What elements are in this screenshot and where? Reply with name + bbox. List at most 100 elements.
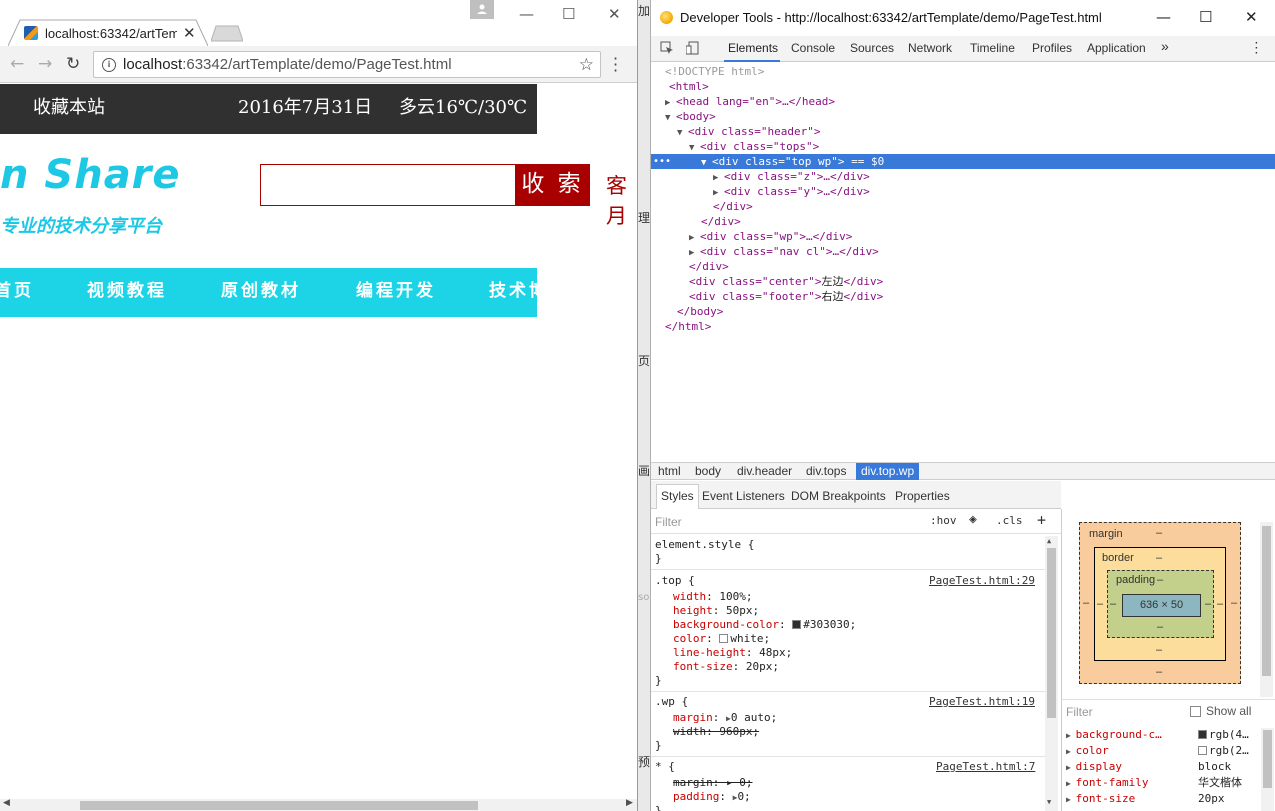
- breadcrumb-item[interactable]: body: [695, 464, 721, 478]
- styles-scrollbar[interactable]: ▲ ▼: [1045, 536, 1058, 811]
- margin-top-value[interactable]: –: [1156, 527, 1162, 539]
- border-right-value[interactable]: –: [1217, 598, 1223, 610]
- maximize-icon[interactable]: ☐: [1199, 8, 1212, 26]
- computed-row[interactable]: ▶ font-family 华文楷体: [1066, 775, 1242, 791]
- minimize-icon[interactable]: —: [1156, 8, 1171, 26]
- border-bottom-value[interactable]: –: [1156, 644, 1162, 656]
- css-declaration-overridden[interactable]: margin: ▸ 0;: [673, 776, 752, 790]
- tab-styles[interactable]: Styles: [656, 484, 699, 509]
- breadcrumb-item[interactable]: div.header: [737, 464, 792, 478]
- dom-node-selected[interactable]: ••• ▼ <div class="top wp"> == $0: [651, 154, 1275, 169]
- more-tabs-icon[interactable]: »: [1161, 38, 1169, 54]
- tab-application[interactable]: Application: [1087, 41, 1146, 55]
- css-declaration[interactable]: height: 50px;: [673, 604, 759, 618]
- show-all-checkbox[interactable]: [1190, 705, 1201, 717]
- breadcrumb-item[interactable]: div.tops: [806, 464, 846, 478]
- element-style-rule[interactable]: element.style {: [655, 538, 754, 552]
- dom-node[interactable]: </div>: [651, 199, 1275, 214]
- dom-node[interactable]: ▶ <head lang="en">…</head>: [651, 94, 1275, 109]
- css-declaration[interactable]: width: 100%;: [673, 590, 753, 604]
- breadcrumb-item-selected[interactable]: div.top.wp: [856, 463, 920, 480]
- tab-event-listeners[interactable]: Event Listeners: [702, 489, 785, 503]
- address-bar[interactable]: i localhost:63342/artTemplate/demo/PageT…: [93, 51, 601, 78]
- scroll-up-icon[interactable]: ▲: [1047, 537, 1051, 545]
- css-declaration[interactable]: padding: ▶0;: [673, 790, 751, 804]
- dom-node[interactable]: <!DOCTYPE html>: [651, 64, 1275, 79]
- border-top-value[interactable]: –: [1156, 552, 1162, 564]
- profile-button[interactable]: [470, 0, 494, 19]
- show-all-toggle[interactable]: Show all: [1190, 704, 1251, 718]
- tab-elements[interactable]: Elements: [728, 41, 778, 55]
- active-tab[interactable]: localhost:63342/artTem ✕: [24, 22, 204, 44]
- dom-node[interactable]: ▶ <div class="z">…</div>: [651, 169, 1275, 184]
- browser-menu-icon[interactable]: · · ·: [613, 51, 618, 79]
- tab-console[interactable]: Console: [791, 41, 835, 55]
- close-window-icon[interactable]: ✕: [1245, 8, 1258, 26]
- dom-node[interactable]: <html>: [651, 79, 1275, 94]
- universal-selector[interactable]: * {: [655, 760, 675, 774]
- padding-bottom-value[interactable]: –: [1157, 621, 1163, 633]
- nav-item-home[interactable]: 首页: [0, 268, 34, 314]
- scroll-left-icon[interactable]: ◀: [3, 798, 10, 808]
- dom-node[interactable]: </div>: [651, 214, 1275, 229]
- box-model-scrollbar[interactable]: [1260, 522, 1273, 697]
- minimize-icon[interactable]: —: [519, 5, 534, 23]
- computed-row[interactable]: ▶ font-size 20px: [1066, 791, 1225, 807]
- device-toolbar-icon[interactable]: [686, 41, 700, 55]
- nav-item-blog[interactable]: 技术博: [489, 268, 537, 314]
- dom-node[interactable]: </div>: [651, 259, 1275, 274]
- tab-close-icon[interactable]: ✕: [183, 24, 196, 42]
- dom-node[interactable]: <div class="footer">右边</div>: [651, 289, 1275, 304]
- nav-item-original[interactable]: 原创教材: [221, 268, 301, 314]
- new-tab-button[interactable]: [211, 25, 243, 42]
- css-declaration[interactable]: margin: ▶0 auto;: [673, 711, 777, 725]
- tab-timeline[interactable]: Timeline: [970, 41, 1015, 55]
- maximize-icon[interactable]: ☐: [562, 5, 575, 23]
- back-icon[interactable]: ←: [10, 54, 24, 74]
- scroll-right-icon[interactable]: ▶: [626, 798, 633, 808]
- info-icon[interactable]: i: [102, 57, 116, 72]
- css-declaration-overridden[interactable]: width: 960px;: [673, 725, 759, 739]
- top-source-link[interactable]: PageTest.html:29: [929, 574, 1035, 588]
- nav-item-videos[interactable]: 视频教程: [87, 268, 167, 314]
- border-left-value[interactable]: –: [1097, 598, 1103, 610]
- box-model-border[interactable]: border – – – – padding – – – – 636 × 50: [1094, 547, 1226, 661]
- scroll-thumb[interactable]: [1263, 730, 1272, 788]
- breadcrumb-item[interactable]: html: [658, 464, 681, 478]
- scroll-down-icon[interactable]: ▼: [1047, 798, 1051, 806]
- forward-icon[interactable]: →: [38, 54, 52, 74]
- class-toggle-button[interactable]: .cls: [996, 514, 1023, 527]
- css-declaration[interactable]: color: white;: [673, 632, 770, 646]
- universal-source-link[interactable]: PageTest.html:7: [936, 760, 1035, 774]
- computed-row[interactable]: ▶ color rgb(2…: [1066, 743, 1249, 759]
- styles-filter-input[interactable]: Filter: [655, 515, 682, 529]
- css-declaration[interactable]: font-size: 20px;: [673, 660, 779, 674]
- top-selector[interactable]: .top {: [655, 574, 695, 588]
- computed-scrollbar[interactable]: [1261, 728, 1274, 811]
- color-swatch[interactable]: [719, 634, 729, 643]
- bookmark-star-icon[interactable]: ☆: [579, 55, 594, 75]
- margin-bottom-value[interactable]: –: [1156, 666, 1162, 678]
- tab-network[interactable]: Network: [908, 41, 952, 55]
- horizontal-scrollbar[interactable]: ◀ ▶: [0, 798, 637, 811]
- dom-node[interactable]: ▼ <body>: [651, 109, 1275, 124]
- wp-source-link[interactable]: PageTest.html:19: [929, 695, 1035, 709]
- dom-node[interactable]: ▼ <div class="tops">: [651, 139, 1275, 154]
- dom-node[interactable]: ▶ <div class="nav cl">…</div>: [651, 244, 1275, 259]
- tab-properties[interactable]: Properties: [895, 489, 950, 503]
- hover-state-button[interactable]: :hov: [930, 514, 957, 527]
- padding-left-value[interactable]: –: [1110, 598, 1116, 610]
- devtools-menu-icon[interactable]: · · ·: [1255, 39, 1258, 59]
- dom-node[interactable]: <div class="center">左边</div>: [651, 274, 1275, 289]
- inspect-icon[interactable]: [660, 41, 674, 55]
- dom-node[interactable]: ▼ <div class="header">: [651, 124, 1275, 139]
- computed-row[interactable]: ▶ background-c… rgb(4…: [1066, 727, 1249, 743]
- box-model-content[interactable]: 636 × 50: [1122, 594, 1201, 617]
- wp-selector[interactable]: .wp {: [655, 695, 688, 709]
- site-logo[interactable]: n Share: [0, 152, 181, 198]
- search-input[interactable]: [260, 164, 516, 206]
- box-model-margin[interactable]: margin – – – – border – – – – padding – …: [1079, 522, 1241, 684]
- nav-item-dev[interactable]: 编程开发: [356, 268, 436, 314]
- color-format-icon[interactable]: ◈: [969, 512, 977, 527]
- tab-dom-breakpoints[interactable]: DOM Breakpoints: [791, 489, 886, 503]
